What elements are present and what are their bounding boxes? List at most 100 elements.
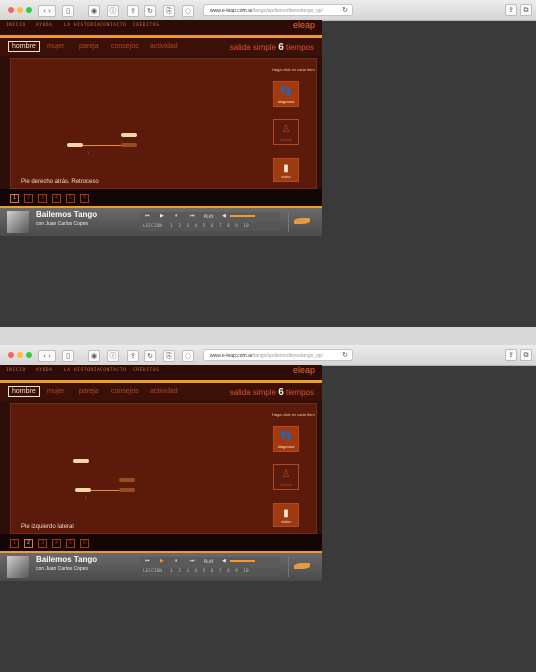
tabs-icon[interactable]: ⧉	[520, 349, 532, 361]
lesson-title: salida simple 6 tiempos	[230, 42, 314, 53]
window-actions: ⇪ ⧉	[502, 345, 532, 361]
play-label[interactable]: PLAY	[204, 559, 214, 564]
nav-ayuda[interactable]: AYUDA	[36, 368, 53, 373]
close-window-button[interactable]	[8, 7, 14, 13]
zoom-window-button[interactable]	[26, 7, 32, 13]
nav-historia[interactable]: LA HISTORIA	[64, 23, 100, 28]
share-icon[interactable]: ⇪	[127, 5, 139, 17]
lesson-selector[interactable]: LECCIÓN 1 2 3 4 5 6 7 8 9 10	[140, 223, 280, 231]
reload-icon[interactable]: ↻	[342, 350, 348, 360]
play-label[interactable]: PLAY	[204, 214, 214, 219]
step-5[interactable]: 5	[66, 539, 75, 548]
shield-icon[interactable]: ◉	[88, 350, 100, 362]
lesson-selector[interactable]: LECCIÓN 1 2 3 4 5 6 7 8 9 10	[140, 568, 280, 576]
reload-icon[interactable]: ↻	[144, 350, 156, 362]
step-stage: 2 Haga click en cada ítem 👣 diagrama ♙ sil…	[10, 403, 317, 534]
reader-icon[interactable]: ⎘	[163, 5, 175, 17]
tab-mujer[interactable]: mujer	[47, 388, 65, 395]
volume-icon[interactable]: ◀	[222, 558, 226, 564]
sidebar-icon[interactable]: ▯	[62, 5, 74, 17]
volume-icon[interactable]: ◀	[222, 213, 226, 219]
play-icon[interactable]: ▶	[160, 213, 164, 219]
tabs-icon[interactable]: ⧉	[520, 4, 532, 16]
pause-icon[interactable]: ⏸	[175, 213, 178, 219]
step-6[interactable]: 6	[80, 194, 89, 203]
reload-icon[interactable]: ↻	[144, 5, 156, 17]
video-button[interactable]: ▮ video	[273, 503, 299, 527]
share-icon[interactable]: ⇪	[505, 4, 517, 16]
lesson-steps: 1 2 3 4 5 6	[0, 534, 322, 551]
info-icon[interactable]: ⓘ	[107, 5, 119, 17]
step-3[interactable]: 3	[38, 194, 47, 203]
close-window-button[interactable]	[8, 352, 14, 358]
sidebar-icon[interactable]: ▯	[62, 350, 74, 362]
minimize-window-button[interactable]	[17, 7, 23, 13]
silhouette-label: silueta	[280, 482, 292, 487]
first-icon[interactable]: ⏮	[145, 558, 150, 564]
step-1[interactable]: 1	[10, 539, 19, 548]
nav-contacto[interactable]: CONTACTO	[100, 368, 126, 373]
lesson-title: salida simple 6 tiempos	[230, 387, 314, 398]
last-icon[interactable]: ⏭	[190, 558, 195, 564]
silhouette-button[interactable]: ♙ silueta	[273, 119, 299, 145]
ghost-icon[interactable]: ◌	[182, 350, 194, 362]
pause-icon[interactable]: ⏸	[175, 558, 178, 564]
step-2[interactable]: 2	[24, 194, 33, 203]
address-bar[interactable]: www.e-leap.com.ar/tango/sp/demo/demotang…	[203, 349, 353, 361]
reader-icon[interactable]: ⎘	[163, 350, 175, 362]
top-nav: INICIO AYUDA LA HISTORIA CONTACTO CRÉDIT…	[0, 20, 322, 33]
tab-mujer[interactable]: mujer	[47, 43, 65, 50]
nav-ayuda[interactable]: AYUDA	[36, 23, 53, 28]
foot-step	[121, 133, 137, 137]
video-button[interactable]: ▮ video	[273, 158, 299, 182]
step-6[interactable]: 6	[80, 539, 89, 548]
tab-hombre[interactable]: hombre	[8, 386, 40, 397]
step-3[interactable]: 3	[38, 539, 47, 548]
ghost-icon[interactable]: ◌	[182, 5, 194, 17]
nav-contacto[interactable]: CONTACTO	[100, 23, 126, 28]
instructions: Haga click en cada ítem	[272, 412, 315, 417]
address-bar[interactable]: www.e-leap.com.ar/tango/sp/demo/demotang…	[203, 4, 353, 16]
film-icon: ▮	[283, 163, 289, 174]
diagram-button[interactable]: 👣 diagrama	[273, 426, 299, 452]
zoom-window-button[interactable]	[26, 352, 32, 358]
back-forward-buttons[interactable]: ‹ ›	[38, 5, 56, 17]
step-path	[83, 145, 121, 146]
share-icon[interactable]: ⇪	[505, 349, 517, 361]
tab-consejos[interactable]: consejos	[111, 43, 139, 50]
volume-slider[interactable]	[230, 560, 255, 562]
step-4[interactable]: 4	[52, 194, 61, 203]
dancer-icon: ♙	[281, 469, 291, 480]
foot-number: 2	[85, 495, 88, 500]
tab-actividad[interactable]: actividad	[150, 43, 178, 50]
title-number: 6	[278, 42, 284, 53]
tab-hombre[interactable]: hombre	[8, 41, 40, 52]
tab-pareja[interactable]: pareja	[79, 43, 98, 50]
share-icon[interactable]: ⇪	[127, 350, 139, 362]
nav-creditos[interactable]: CRÉDITOS	[133, 368, 159, 373]
nav-historia[interactable]: LA HISTORIA	[64, 368, 100, 373]
shield-icon[interactable]: ◉	[88, 5, 100, 17]
first-icon[interactable]: ⏮	[145, 213, 150, 219]
info-icon[interactable]: ⓘ	[107, 350, 119, 362]
tab-consejos[interactable]: consejos	[111, 388, 139, 395]
minimize-window-button[interactable]	[17, 352, 23, 358]
play-icon[interactable]: ▶	[160, 558, 164, 564]
tab-pareja[interactable]: pareja	[79, 388, 98, 395]
step-4[interactable]: 4	[52, 539, 61, 548]
step-2[interactable]: 2	[24, 539, 33, 548]
diagram-button[interactable]: 👣 diagrama	[273, 81, 299, 107]
back-forward-buttons[interactable]: ‹ ›	[38, 350, 56, 362]
last-icon[interactable]: ⏭	[190, 213, 195, 219]
player-subtitle: con Juan Carlos Copes	[36, 566, 88, 572]
step-5[interactable]: 5	[66, 194, 75, 203]
tab-actividad[interactable]: actividad	[150, 388, 178, 395]
silhouette-button[interactable]: ♙ silueta	[273, 464, 299, 490]
nav-inicio[interactable]: INICIO	[6, 23, 26, 28]
nav-creditos[interactable]: CRÉDITOS	[133, 23, 159, 28]
reload-icon[interactable]: ↻	[342, 5, 348, 15]
nav-inicio[interactable]: INICIO	[6, 368, 26, 373]
step-1[interactable]: 1	[10, 194, 19, 203]
video-label: video	[281, 519, 291, 524]
volume-slider[interactable]	[230, 215, 255, 217]
